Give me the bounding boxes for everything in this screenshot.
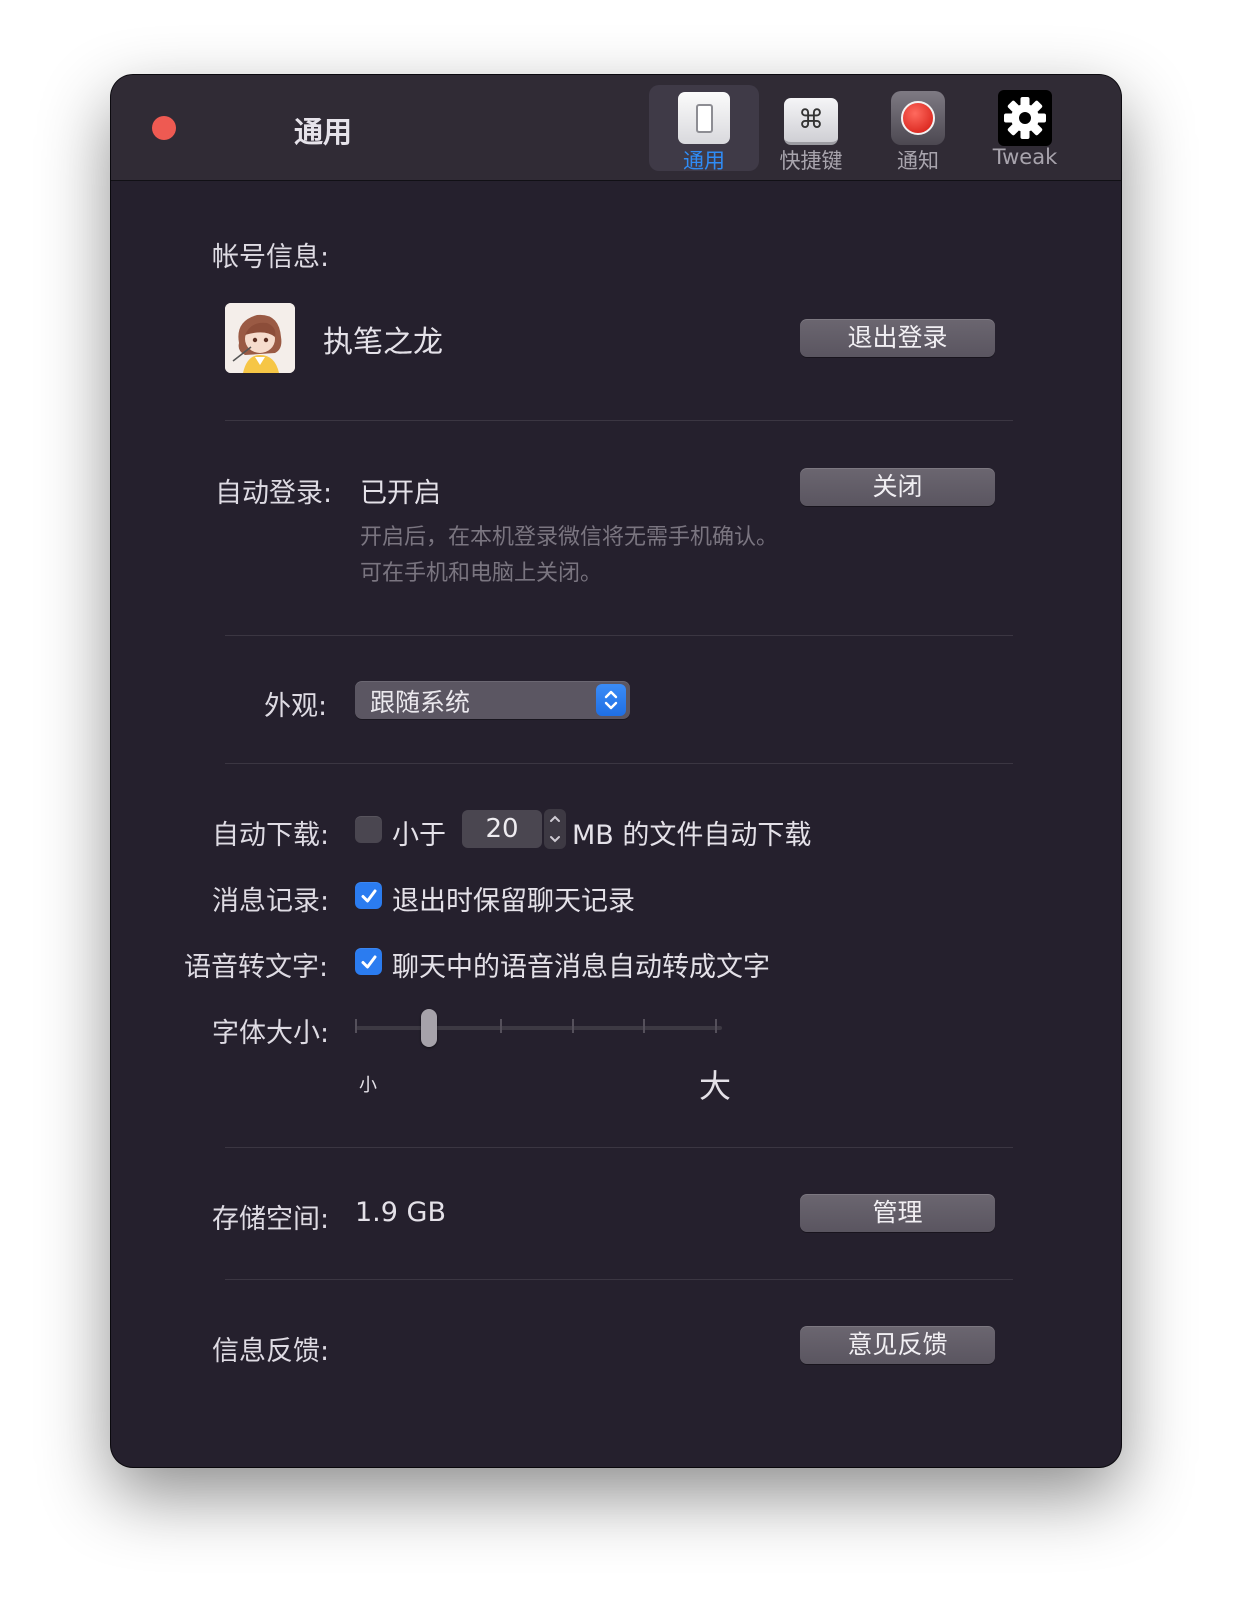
font-size-max-label: 大 [699,1067,732,1105]
preferences-window: 通用 通用 ⌘ 快捷键 通知 Tweak 帐号信息: 执笔之龙 退出登录 自动登… [111,75,1121,1467]
auto-login-label: 自动登录: [215,478,333,509]
chevron-up-down-icon [596,684,626,716]
divider [225,1279,1013,1280]
slider-tick [572,1019,574,1033]
voice-to-text-label: 语音转文字: [184,952,329,983]
divider [225,1147,1013,1148]
chevron-up-icon[interactable] [549,815,561,823]
tab-notifications-label: 通知 [897,149,939,173]
divider [225,763,1013,764]
font-size-slider[interactable] [356,1026,722,1030]
auto-download-label: 自动下载: [212,820,330,851]
auto-login-status: 已开启 [360,478,441,509]
slider-tick [715,1019,717,1033]
auto-login-hint-1: 开启后，在本机登录微信将无需手机确认。 [360,525,779,550]
storage-label: 存储空间: [212,1204,330,1235]
download-size-stepper[interactable] [544,809,566,849]
tab-tweak-label: Tweak [992,145,1058,169]
tab-shortcuts-label: 快捷键 [779,149,843,173]
record-dot-icon [891,91,945,145]
auto-download-prefix: 小于 [392,820,446,851]
logout-button[interactable]: 退出登录 [800,319,995,357]
message-history-text: 退出时保留聊天记录 [392,886,635,917]
checkmark-icon [361,889,376,902]
font-size-min-label: 小 [359,1075,377,1096]
font-size-slider-thumb[interactable] [421,1009,437,1047]
divider [225,420,1013,421]
tab-tweak[interactable]: Tweak [970,85,1080,171]
appearance-select[interactable]: 跟随系统 [355,681,630,719]
auto-download-suffix: MB 的文件自动下载 [572,820,812,851]
storage-value: 1.9 GB [355,1197,446,1228]
disable-auto-login-button[interactable]: 关闭 [800,468,995,506]
voice-to-text-text: 聊天中的语音消息自动转成文字 [392,952,770,983]
slider-tick [355,1019,357,1033]
message-history-checkbox[interactable] [355,882,382,909]
message-history-label: 消息记录: [212,886,330,917]
username: 执笔之龙 [323,325,443,360]
appearance-selected-value: 跟随系统 [370,688,471,717]
tab-general[interactable]: 通用 [649,85,759,173]
command-key-icon: ⌘ [784,91,838,145]
toggle-switch-icon [677,91,731,145]
title-bar: 通用 通用 ⌘ 快捷键 通知 Tweak [111,75,1121,181]
voice-to-text-checkbox[interactable] [355,948,382,975]
tab-notifications[interactable]: 通知 [863,85,973,173]
tab-shortcuts[interactable]: ⌘ 快捷键 [756,85,866,173]
chevron-down-icon[interactable] [549,835,561,843]
slider-tick [643,1019,645,1033]
window-title: 通用 [294,115,353,149]
account-label: 帐号信息: [212,242,330,273]
font-size-label: 字体大小: [212,1018,330,1049]
slider-tick [500,1019,502,1033]
checkmark-icon [361,955,376,968]
manage-storage-button[interactable]: 管理 [800,1194,995,1232]
feedback-label: 信息反馈: [212,1336,330,1367]
avatar [225,303,295,373]
command-glyph: ⌘ [784,97,838,145]
auto-download-checkbox[interactable] [355,816,382,843]
feedback-button[interactable]: 意见反馈 [800,1326,995,1364]
download-size-input[interactable]: 20 [462,810,542,848]
auto-login-hint-2: 可在手机和电脑上关闭。 [360,561,603,586]
close-window-button[interactable] [152,116,176,140]
divider [225,635,1013,636]
appearance-label: 外观: [264,691,328,722]
gear-icon [998,90,1052,146]
tab-general-label: 通用 [683,149,725,173]
